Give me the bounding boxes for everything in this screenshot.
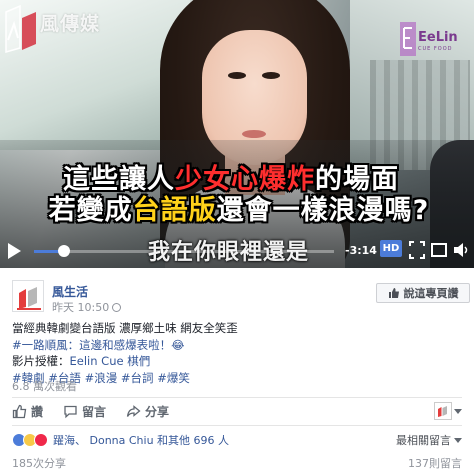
page-logo-icon [17, 287, 41, 310]
chevron-down-icon [454, 437, 462, 443]
brand-mark-icon [5, 4, 36, 53]
divider [12, 425, 462, 426]
comment-button[interactable]: 留言 [63, 403, 106, 420]
post-line-1: 當經典韓劇變台語版 濃厚鄉土味 網友全笑歪 [12, 321, 238, 335]
progress-knob[interactable] [58, 245, 70, 257]
post-card: 風生活 昨天 10:50 說這專頁讚 當經典韓劇變台語版 濃厚鄉土味 網友全笑歪… [0, 268, 474, 474]
post-text: 當經典韓劇變台語版 濃厚鄉土味 網友全笑歪 #一路順風：這邊和感爆表啦！😂 影片… [12, 320, 467, 386]
post-line-3: 影片授權：Eelin Cue 棋們 [12, 354, 151, 368]
volume-icon[interactable] [452, 240, 470, 260]
hashtag-row: #韓劇 #台語 #浪漫 #台詞 #爆笑 [12, 370, 467, 387]
like-button[interactable]: 讚 [12, 403, 43, 420]
fullscreen-icon[interactable] [408, 240, 426, 260]
eelin-sub: CUE FOOD [418, 46, 453, 52]
comment-sort-dropdown[interactable]: 最相關留言 [396, 432, 462, 448]
video-player[interactable]: 風傳媒 EeLin CUE FOOD 這些讓人少女心爆炸的場面 若變成台語版還會… [0, 0, 474, 268]
page-logo-icon [438, 406, 447, 417]
post-header: 風生活 昨天 10:50 說這專頁讚 [0, 268, 474, 314]
eelin-name: EeLin [418, 30, 458, 45]
progress-bar[interactable] [34, 245, 334, 257]
credit-link[interactable]: Eelin Cue 棋們 [70, 354, 151, 368]
comment-icon [64, 405, 77, 418]
post-timestamp[interactable]: 昨天 10:50 [52, 299, 122, 315]
hashtag[interactable]: #台詞 [121, 371, 154, 385]
subtitle-line-2: 若變成台語版還會一樣浪漫嗎? [48, 195, 430, 226]
brand-text: 風傳媒 [40, 12, 101, 35]
love-reaction-icon [34, 433, 48, 447]
subtitle-line-1: 這些讓人少女心爆炸的場面 [63, 164, 399, 195]
share-count[interactable]: 185次分享 [12, 455, 66, 471]
reactions-summary[interactable]: 躍海、 Donna Chiu 和其他 696 人 [12, 432, 462, 448]
comment-count[interactable]: 137則留言 [408, 455, 462, 471]
play-icon[interactable] [8, 243, 21, 259]
divider [12, 397, 462, 398]
post-line-2[interactable]: #一路順風：這邊和感爆表啦！😂 [12, 337, 467, 354]
page-name[interactable]: 風生活 [52, 283, 88, 300]
hashtag[interactable]: #浪漫 [85, 371, 118, 385]
share-button[interactable]: 分享 [126, 403, 169, 420]
reactions-text: 躍海、 Donna Chiu 和其他 696 人 [53, 434, 230, 447]
thumbs-up-icon [388, 288, 399, 298]
eelin-logo: EeLin CUE FOOD [398, 18, 470, 66]
chevron-down-icon [454, 408, 462, 414]
share-icon [126, 404, 141, 417]
page-avatar-small [434, 402, 452, 420]
post-as-selector[interactable] [434, 402, 462, 420]
hd-button[interactable]: HD [380, 240, 402, 257]
eelin-mark-icon [400, 22, 416, 56]
time-remaining: -3:14 [345, 244, 377, 257]
public-globe-icon [112, 302, 122, 312]
like-page-button[interactable]: 說這專頁讚 [376, 283, 470, 303]
expand-icon[interactable] [430, 240, 448, 260]
page-avatar[interactable] [12, 280, 44, 312]
post-stats: 185次分享 137則留言 [12, 455, 462, 471]
video-controls: -3:14 HD [0, 234, 474, 268]
action-bar: 讚 留言 分享 [12, 399, 462, 423]
thumbs-up-icon [12, 404, 27, 418]
view-count: 6.8 萬次觀看 [12, 380, 77, 393]
brand-logo: 風傳媒 [4, 4, 100, 54]
hashtag[interactable]: #爆笑 [157, 371, 190, 385]
